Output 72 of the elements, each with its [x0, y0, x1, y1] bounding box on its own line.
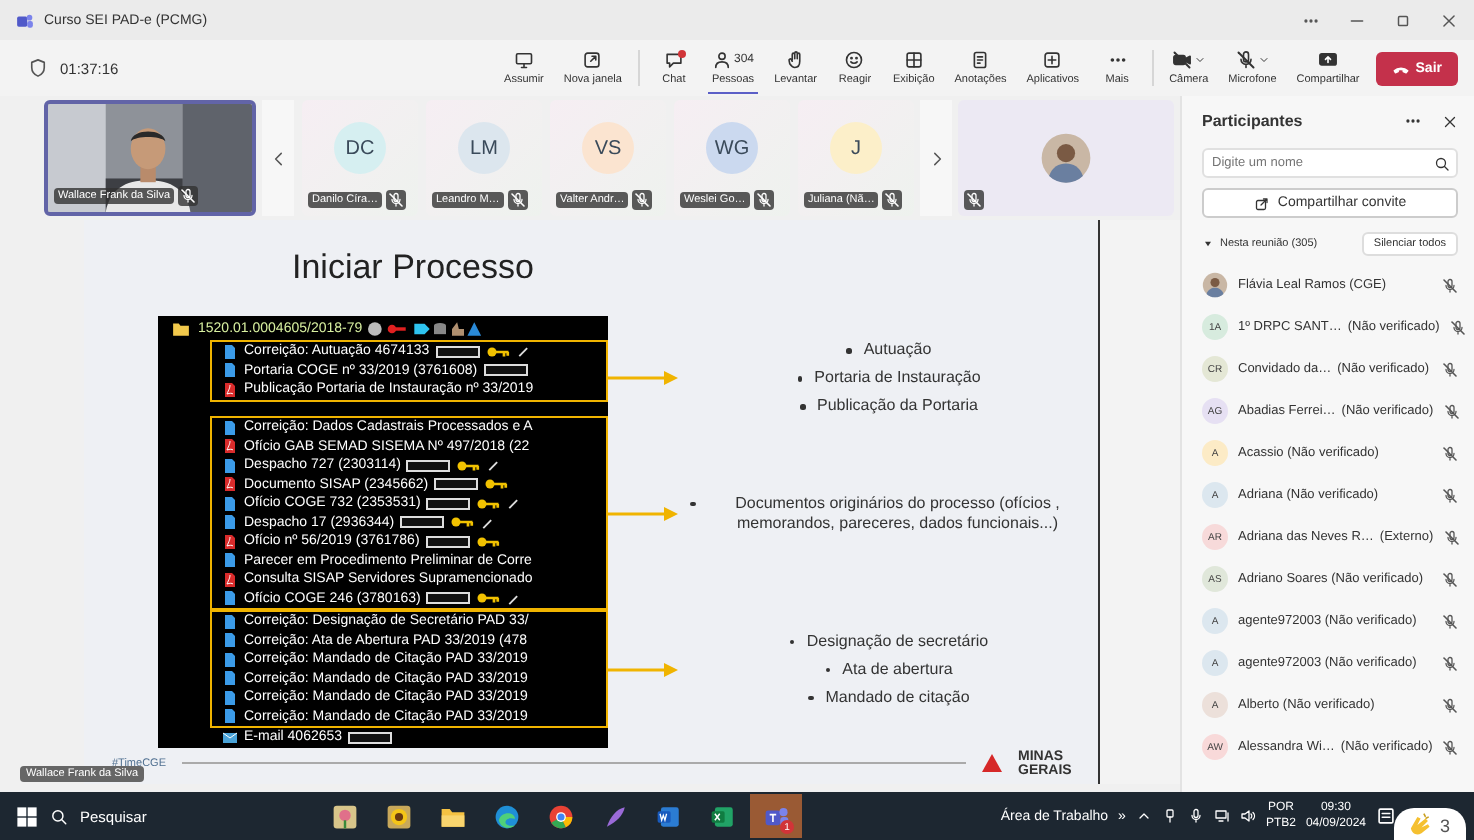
- avatar: DC: [334, 122, 386, 174]
- start-icon[interactable]: [16, 805, 38, 827]
- document-icon: [222, 457, 238, 474]
- bullet-text: Documentos originários do processo (ofícios , memorandos, pareceres, dados funcionais...): [733, 493, 1062, 533]
- logo-icon: [982, 754, 1002, 772]
- grid-icon: [903, 49, 924, 69]
- bullet-text: Ata de abertura: [842, 659, 953, 679]
- close-icon[interactable]: [1442, 113, 1458, 129]
- caret-icon: [1257, 53, 1270, 65]
- share-icon: [1253, 195, 1270, 211]
- avatar-icon: [1202, 272, 1228, 298]
- caret-icon: [1193, 53, 1206, 65]
- clap-icon: [1405, 812, 1432, 838]
- screen-icon: [513, 49, 534, 69]
- bullet-icon: [797, 376, 803, 381]
- email-icon: [222, 729, 238, 746]
- pdf-file-icon: [222, 533, 238, 550]
- chevron-left-icon: [269, 149, 287, 167]
- smile-icon: [844, 49, 865, 69]
- slide-title: Iniciar Processo: [292, 248, 536, 288]
- avatar: WG: [706, 122, 758, 174]
- plus-icon: [1042, 49, 1063, 69]
- bullet-icon: [800, 404, 805, 409]
- document-icon: [222, 552, 238, 569]
- bullet-text: Designação de secretário: [806, 631, 989, 651]
- pdf-file-icon: [222, 438, 238, 455]
- avatar: J: [830, 122, 882, 174]
- browser-icon: [493, 803, 519, 829]
- notification-icon[interactable]: [1376, 806, 1396, 826]
- reaction-badge: 3: [1393, 808, 1466, 840]
- notes-icon: [970, 49, 991, 69]
- bullet-text: Autuação: [863, 340, 932, 360]
- pdf-file-icon: [222, 381, 238, 398]
- avatar: LM: [458, 122, 510, 174]
- avatar-icon: [1040, 132, 1092, 184]
- bullet-icon: [690, 501, 696, 506]
- pdf-file-icon: [222, 571, 238, 588]
- chat-icon: [663, 49, 684, 69]
- folder-icon: [439, 803, 465, 829]
- hand-icon: [785, 49, 806, 69]
- volume-icon[interactable]: [1239, 808, 1256, 824]
- document-app-icon: [655, 803, 681, 829]
- close-icon[interactable]: [1440, 11, 1458, 29]
- app-logo-icon: [16, 11, 34, 29]
- spreadsheet-app-icon: [709, 803, 735, 829]
- bullet-text: Publicação da Portaria: [817, 396, 978, 416]
- flower-icon: [331, 803, 357, 829]
- bullet-icon: [789, 639, 795, 644]
- pdf-file-icon: [222, 476, 238, 493]
- sunflower-icon: [385, 803, 411, 829]
- avatar: VS: [582, 122, 634, 174]
- shield-icon: [28, 58, 48, 78]
- bullet-icon: [808, 695, 814, 700]
- bullet-text: Mandado de citação: [825, 687, 970, 707]
- people-icon: [712, 49, 732, 69]
- usb-icon[interactable]: [1161, 808, 1178, 824]
- bullet-icon: [825, 667, 831, 672]
- bullet-text: Portaria de Instauração: [814, 368, 981, 388]
- mic-icon[interactable]: [1187, 808, 1204, 824]
- browser-icon: [547, 803, 573, 829]
- caret-up-icon[interactable]: [1135, 808, 1152, 824]
- maximize-icon[interactable]: [1394, 11, 1412, 29]
- bullet-icon: [846, 348, 852, 353]
- expand-caret-icon[interactable]: [1202, 238, 1214, 250]
- network-icon[interactable]: [1213, 808, 1230, 824]
- chat-app-icon: [763, 803, 789, 829]
- search-icon: [1434, 155, 1450, 171]
- feather-icon: [601, 803, 627, 829]
- document-icon: [222, 419, 238, 436]
- search-icon: [50, 807, 68, 825]
- window-icon: [582, 49, 603, 69]
- panel-title: Participantes: [1202, 112, 1305, 130]
